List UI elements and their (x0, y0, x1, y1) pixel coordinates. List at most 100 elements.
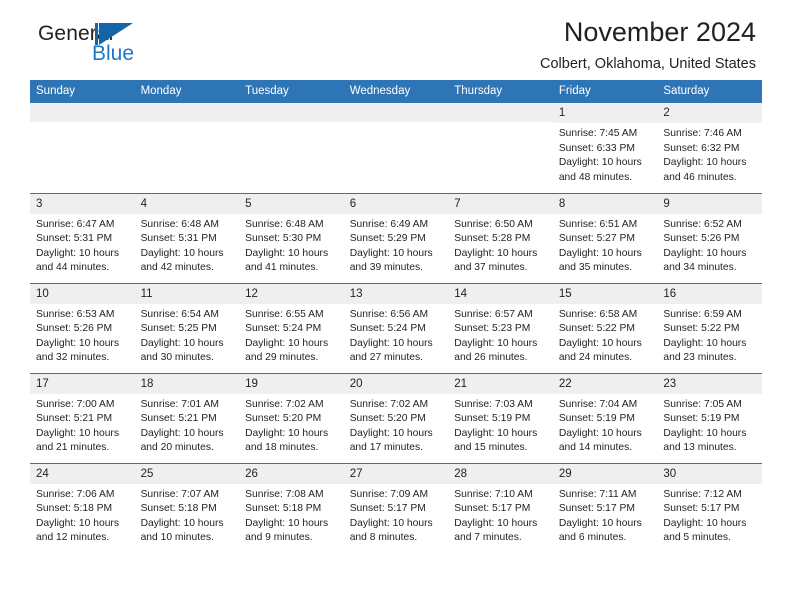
day-number: 4 (134, 193, 240, 214)
day-number: 7 (448, 193, 553, 214)
calendar-day-cell[interactable]: 27 Sunrise: 7:09 AM Sunset: 5:17 PM Dayligh… (343, 463, 449, 553)
calendar-empty-cell (343, 103, 449, 194)
page-title: November 2024 (563, 17, 756, 47)
day-sun-info: Sunrise: 6:54 AM Sunset: 5:25 PM Daylight:… (135, 304, 240, 366)
day-sun-info: Sunrise: 7:04 AM Sunset: 5:19 PM Daylight:… (553, 394, 658, 456)
day-number: 24 (30, 463, 135, 484)
calendar-day-cell[interactable]: 7 Sunrise: 6:50 AM Sunset: 5:28 PM Daylight… (448, 193, 553, 284)
day-number: 21 (448, 373, 553, 394)
day-number: 10 (30, 283, 135, 304)
sunset-time: Sunset: 5:19 PM (663, 413, 740, 425)
daylight-duration: Daylight: 10 hours and 18 minutes. (245, 427, 329, 454)
calendar-day-cell[interactable]: 30 Sunrise: 7:12 AM Sunset: 5:17 PM Dayligh… (657, 463, 762, 553)
sunset-time: Sunset: 5:17 PM (349, 503, 426, 515)
calendar-day-cell[interactable]: 11 Sunrise: 6:54 AM Sunset: 5:25 PM Dayligh… (134, 283, 240, 374)
calendar-day-cell[interactable]: 18 Sunrise: 7:01 AM Sunset: 5:21 PM Dayligh… (134, 373, 240, 464)
day-sun-info: Sunrise: 7:46 AM Sunset: 6:32 PM Daylight:… (657, 123, 762, 185)
daylight-duration: Daylight: 10 hours and 14 minutes. (558, 427, 642, 454)
calendar-empty-cell (30, 103, 135, 194)
daylight-duration: Daylight: 10 hours and 10 minutes. (140, 517, 224, 544)
day-number: 6 (343, 193, 449, 214)
sunset-time: Sunset: 5:30 PM (245, 233, 322, 245)
calendar-week-row: 17 Sunrise: 7:00 AM Sunset: 5:21 PM Dayligh… (30, 373, 762, 464)
calendar-day-cell[interactable]: 13 Sunrise: 6:56 AM Sunset: 5:24 PM Dayligh… (343, 283, 449, 374)
day-sun-info: Sunrise: 6:48 AM Sunset: 5:30 PM Daylight:… (239, 214, 344, 276)
sunset-time: Sunset: 6:33 PM (558, 142, 635, 154)
day-sun-info: Sunrise: 6:47 AM Sunset: 5:31 PM Daylight:… (30, 214, 135, 276)
calendar-day-cell[interactable]: 1 Sunrise: 7:45 AM Sunset: 6:33 PM Daylight… (552, 103, 658, 194)
day-number: 3 (30, 193, 135, 214)
calendar-day-cell[interactable]: 2 Sunrise: 7:46 AM Sunset: 6:32 PM Daylight… (657, 103, 762, 194)
calendar-day-cell[interactable]: 9 Sunrise: 6:52 AM Sunset: 5:26 PM Daylight… (657, 193, 762, 284)
calendar-day-cell[interactable]: 24 Sunrise: 7:06 AM Sunset: 5:18 PM Dayligh… (30, 463, 135, 553)
day-number: 1 (552, 103, 658, 124)
calendar-day-cell[interactable]: 26 Sunrise: 7:08 AM Sunset: 5:18 PM Dayligh… (239, 463, 344, 553)
sunset-time: Sunset: 5:23 PM (454, 323, 531, 335)
calendar-day-cell[interactable]: 17 Sunrise: 7:00 AM Sunset: 5:21 PM Dayligh… (30, 373, 135, 464)
sunrise-time: Sunrise: 7:10 AM (454, 488, 533, 500)
daylight-duration: Daylight: 10 hours and 15 minutes. (454, 427, 538, 454)
daylight-duration: Daylight: 10 hours and 12 minutes. (36, 517, 119, 544)
sunset-time: Sunset: 5:31 PM (140, 233, 217, 245)
calendar-day-cell[interactable]: 8 Sunrise: 6:51 AM Sunset: 5:27 PM Daylight… (552, 193, 658, 284)
calendar-day-cell[interactable]: 20 Sunrise: 7:02 AM Sunset: 5:20 PM Dayligh… (343, 373, 449, 464)
sunset-time: Sunset: 5:27 PM (558, 233, 635, 245)
sunset-time: Sunset: 5:31 PM (36, 233, 113, 245)
day-number: 2 (657, 103, 762, 124)
general-blue-logo[interactable]: General Blue (30, 18, 210, 74)
sunrise-time: Sunrise: 7:00 AM (36, 398, 115, 410)
weekday-header-thursday: Thursday (448, 80, 553, 103)
daylight-duration: Daylight: 10 hours and 46 minutes. (663, 157, 747, 183)
day-number: 28 (448, 463, 553, 484)
calendar-day-cell[interactable]: 22 Sunrise: 7:04 AM Sunset: 5:19 PM Dayligh… (552, 373, 658, 464)
day-number: 26 (239, 463, 344, 484)
day-sun-info: Sunrise: 7:01 AM Sunset: 5:21 PM Daylight:… (135, 394, 240, 456)
calendar-day-cell[interactable]: 6 Sunrise: 6:49 AM Sunset: 5:29 PM Daylight… (343, 193, 449, 284)
calendar-day-cell[interactable]: 15 Sunrise: 6:58 AM Sunset: 5:22 PM Dayligh… (552, 283, 658, 374)
day-number: 13 (343, 283, 449, 304)
sunrise-time: Sunrise: 6:52 AM (663, 218, 742, 230)
daylight-duration: Daylight: 10 hours and 21 minutes. (36, 427, 119, 454)
calendar-day-cell[interactable]: 3 Sunrise: 6:47 AM Sunset: 5:31 PM Daylight… (30, 193, 135, 284)
sunset-time: Sunset: 5:18 PM (245, 503, 322, 515)
calendar-empty-cell (448, 103, 553, 194)
calendar-day-cell[interactable]: 16 Sunrise: 6:59 AM Sunset: 5:22 PM Dayligh… (657, 283, 762, 374)
day-number (239, 103, 344, 122)
calendar-day-cell[interactable]: 28 Sunrise: 7:10 AM Sunset: 5:17 PM Dayligh… (448, 463, 553, 553)
calendar-day-cell[interactable]: 4 Sunrise: 6:48 AM Sunset: 5:31 PM Daylight… (134, 193, 240, 284)
calendar-empty-cell (239, 103, 344, 194)
calendar-day-cell[interactable]: 14 Sunrise: 6:57 AM Sunset: 5:23 PM Dayligh… (448, 283, 553, 374)
sunrise-time: Sunrise: 6:48 AM (245, 218, 324, 230)
day-sun-info: Sunrise: 6:57 AM Sunset: 5:23 PM Daylight:… (448, 304, 553, 366)
sunset-time: Sunset: 5:29 PM (349, 233, 426, 245)
day-sun-info: Sunrise: 7:06 AM Sunset: 5:18 PM Daylight:… (30, 484, 135, 546)
day-number: 12 (239, 283, 344, 304)
daylight-duration: Daylight: 10 hours and 5 minutes. (663, 517, 747, 544)
calendar-week-row: 24 Sunrise: 7:06 AM Sunset: 5:18 PM Dayligh… (30, 463, 762, 553)
daylight-duration: Daylight: 10 hours and 34 minutes. (663, 247, 747, 274)
sunrise-time: Sunrise: 6:53 AM (36, 308, 115, 320)
calendar-day-cell[interactable]: 10 Sunrise: 6:53 AM Sunset: 5:26 PM Dayligh… (30, 283, 135, 374)
daylight-duration: Daylight: 10 hours and 26 minutes. (454, 337, 538, 364)
day-number (134, 103, 240, 122)
calendar-day-cell[interactable]: 19 Sunrise: 7:02 AM Sunset: 5:20 PM Dayligh… (239, 373, 344, 464)
sunrise-time: Sunrise: 6:57 AM (454, 308, 533, 320)
sunset-time: Sunset: 5:20 PM (349, 413, 426, 425)
day-number: 25 (134, 463, 240, 484)
day-sun-info: Sunrise: 7:45 AM Sunset: 6:33 PM Daylight:… (553, 123, 658, 185)
calendar-day-cell[interactable]: 29 Sunrise: 7:11 AM Sunset: 5:17 PM Dayligh… (552, 463, 658, 553)
calendar-day-cell[interactable]: 23 Sunrise: 7:05 AM Sunset: 5:19 PM Dayligh… (657, 373, 762, 464)
day-sun-info: Sunrise: 6:51 AM Sunset: 5:27 PM Daylight:… (553, 214, 658, 276)
sunset-time: Sunset: 5:22 PM (663, 323, 740, 335)
calendar-day-cell[interactable]: 12 Sunrise: 6:55 AM Sunset: 5:24 PM Dayligh… (239, 283, 344, 374)
calendar-day-cell[interactable]: 25 Sunrise: 7:07 AM Sunset: 5:18 PM Dayligh… (134, 463, 240, 553)
sunset-time: Sunset: 5:26 PM (663, 233, 740, 245)
sunrise-time: Sunrise: 7:11 AM (558, 488, 637, 500)
day-number: 29 (552, 463, 658, 484)
day-sun-info: Sunrise: 7:03 AM Sunset: 5:19 PM Daylight:… (448, 394, 553, 456)
calendar-day-cell[interactable]: 21 Sunrise: 7:03 AM Sunset: 5:19 PM Dayligh… (448, 373, 553, 464)
sunset-time: Sunset: 5:28 PM (454, 233, 531, 245)
day-number: 23 (657, 373, 762, 394)
calendar-day-cell[interactable]: 5 Sunrise: 6:48 AM Sunset: 5:30 PM Daylight… (239, 193, 344, 284)
sunrise-time: Sunrise: 7:09 AM (349, 488, 429, 500)
